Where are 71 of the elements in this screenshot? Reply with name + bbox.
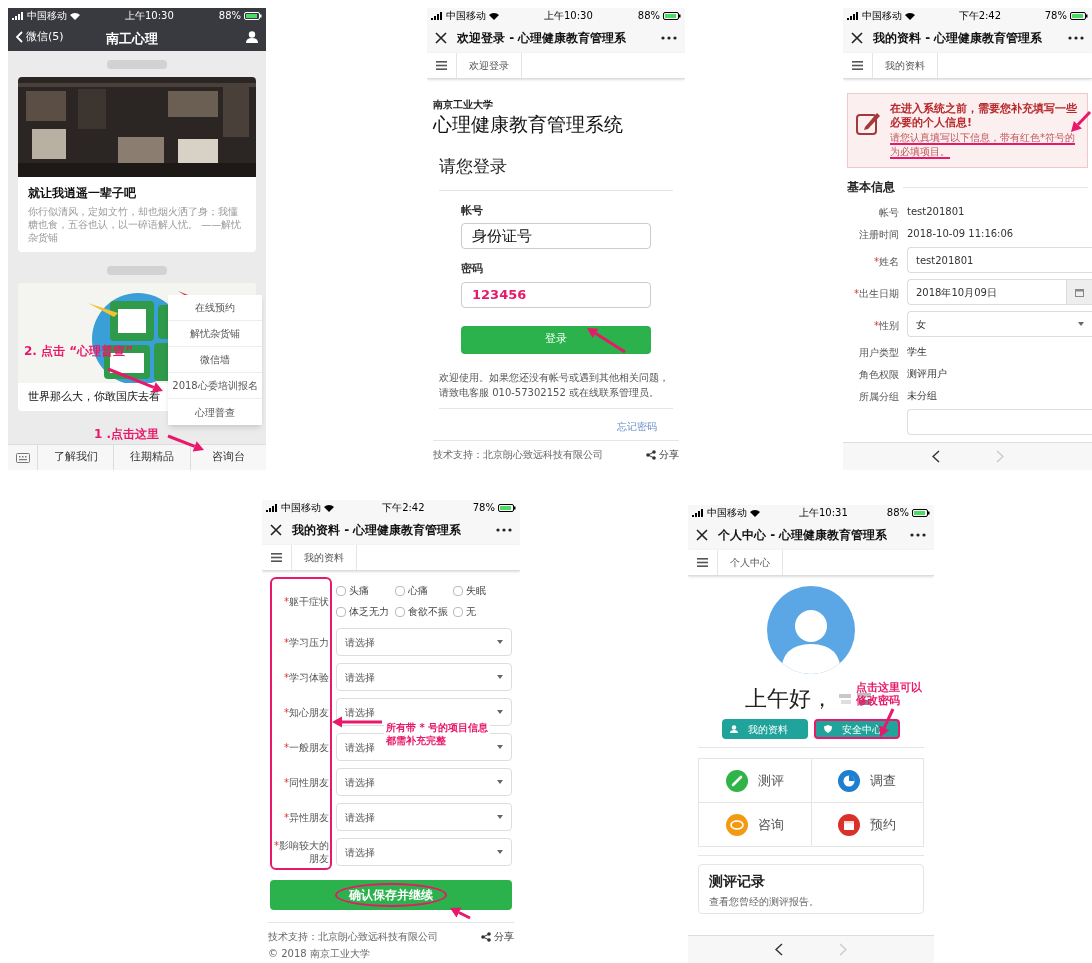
checkbox-label: 食欲不振 (407, 605, 448, 619)
field-label: *影响较大的朋友 (273, 839, 330, 865)
carrier-name: 中国移动 (446, 10, 486, 21)
checkbox-label: 无 (466, 605, 477, 619)
carrier-name: 中国移动 (707, 507, 747, 518)
field-label: *性别 (874, 320, 899, 331)
page-title: 我的资料 - 心理健康教育管理系 (873, 30, 1044, 47)
checkbox-label: 头痛 (349, 584, 369, 598)
notice-text: 欢迎使用。如果您还没有帐号或遇到其他相关问题，请致电客服 010-57302152 或在线联系管理员。 (439, 370, 670, 400)
checkbox-label: 失眠 (466, 584, 487, 598)
system-title: 心理健康教育管理系统 (433, 112, 624, 136)
field-value: 2018-10-09 11:16:06 (907, 226, 1014, 241)
clock-time: 上午10:30 (543, 10, 593, 21)
record-description: 查看您曾经的测评报告。 (709, 895, 820, 909)
support-text: 技术支持：北京朗心致远科技有限公司 (433, 448, 603, 462)
login-heading: 请您登录 (439, 154, 673, 191)
clock-time: 下午2:42 (382, 502, 425, 513)
article-title: 就让我逍遥一辈子吧 (27, 185, 137, 202)
clock-time: 上午10:30 (124, 10, 174, 21)
field-label: 密码 (461, 261, 484, 277)
school-name: 南京工业大学 (433, 98, 494, 112)
battery-percent: 78% (472, 502, 495, 513)
feature-label: 预约 (870, 815, 897, 834)
checkbox-label: 体乏无力 (349, 605, 389, 619)
clock-time: 下午2:42 (958, 10, 1002, 21)
checkbox-label: 心痛 (407, 584, 428, 598)
clock-time: 上午10:31 (798, 507, 848, 518)
annotation-text: 点击这里可以 修改密码 (856, 681, 922, 707)
carrier-name: 中国移动 (281, 502, 321, 513)
alert-heading: 在进入系统之前，需要您补充填写一些必要的个人信息! (890, 102, 1078, 130)
field-value: 学生 (907, 344, 927, 359)
field-value: 测评用户 (907, 366, 947, 381)
field-label: 所属分组 (859, 391, 899, 402)
section-title: 基本信息 (847, 179, 895, 196)
page-title: 个人中心 - 心理健康教育管理系 (718, 527, 889, 544)
field-value: 未分组 (907, 388, 937, 403)
field-label: *一般朋友 (283, 740, 330, 754)
field-label: *躯干症状 (283, 594, 330, 608)
battery-percent: 88% (218, 10, 241, 21)
page-title: 我的资料 - 心理健康教育管理系 (292, 522, 463, 539)
alert-note: 请您认真填写以下信息，带有红色*符号的为必填项目。 (890, 131, 1076, 159)
carrier-name: 中国移动 (27, 10, 67, 21)
battery-percent: 78% (1044, 10, 1067, 21)
feature-label: 调查 (870, 771, 897, 790)
support-text: 技术支持：北京朗心致远科技有限公司 (268, 930, 438, 944)
page-title: 欢迎登录 - 心理健康教育管理系 (457, 30, 628, 47)
annotation-tooltip: 所有带 * 号的项目信息 都需补充完整 (384, 720, 491, 748)
field-label: *知心朋友 (283, 705, 330, 719)
field-label: 注册时间 (859, 229, 899, 240)
carrier-name: 中国移动 (862, 10, 902, 21)
feature-label: 测评 (757, 771, 784, 790)
annotation-text: 1 .点击这里 (94, 426, 160, 443)
field-label: *学习压力 (283, 635, 330, 649)
article-summary: 你行似清风，定如文竹，却也烟火洒了身；我懂糖也食，五谷也认，以一碎语解人忧。 ——解忧杂货铺 (27, 205, 243, 245)
field-label: *异性朋友 (283, 810, 330, 824)
battery-percent: 88% (886, 507, 909, 518)
field-label: *出生日期 (854, 288, 899, 299)
copyright-text: © 2018 南京工业大学 (268, 947, 371, 961)
field-value: test201801 (907, 204, 965, 219)
field-label: 用户类型 (859, 347, 899, 358)
field-label: *姓名 (874, 256, 899, 267)
field-label: *同性朋友 (283, 775, 330, 789)
field-label: *学习体验 (283, 670, 330, 684)
feature-label: 咨询 (757, 815, 784, 834)
field-label: 角色权限 (859, 369, 899, 380)
record-title: 测评记录 (709, 872, 766, 891)
field-label: 帐号 (461, 202, 484, 219)
battery-percent: 88% (637, 10, 660, 21)
account-title: 南工心理 (106, 30, 158, 48)
field-label: 帐号 (879, 207, 899, 218)
greeting-text: 上午好， (745, 685, 833, 713)
